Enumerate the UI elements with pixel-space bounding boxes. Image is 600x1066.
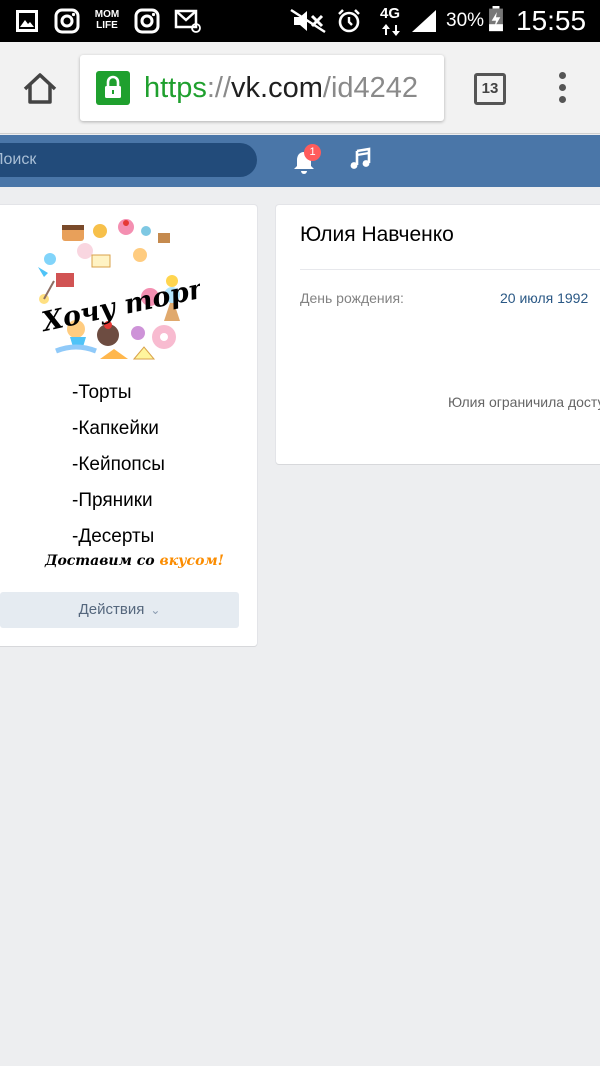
- search-input[interactable]: Поиск: [0, 143, 257, 177]
- data-arrows-icon: [382, 24, 400, 36]
- menu-item-desserts: -Десерты: [72, 526, 155, 547]
- url-host: vk.com: [231, 72, 323, 104]
- chevron-down-icon: ⌄: [150, 603, 161, 617]
- email-icon: [174, 9, 201, 33]
- menu-item-cupcakes: -Капкейки: [72, 418, 159, 439]
- tab-switcher-button[interactable]: 13: [474, 73, 506, 105]
- slogan-highlight: вкусом!: [159, 553, 224, 569]
- birthday-value[interactable]: 20 июля 1992: [500, 290, 588, 306]
- menu-item-gingerbread: -Пряники: [72, 490, 153, 511]
- gallery-icon: [16, 10, 38, 32]
- url-scheme: https: [144, 72, 207, 104]
- network-type: 4G: [380, 5, 401, 22]
- instagram-icon: [134, 8, 160, 34]
- slogan: Доставим со вкусом!: [45, 553, 224, 569]
- cake-shop-logo[interactable]: Хочу торт: [30, 219, 200, 369]
- battery-charging-icon: [489, 6, 503, 32]
- profile-photo-card: Хочу торт -Торты -Капкейки -Кейпопсы -Пр…: [0, 205, 257, 646]
- battery-percent: 30%: [446, 10, 485, 31]
- notification-badge: 1: [304, 144, 321, 161]
- shop-menu-list: -Торты -Капкейки -Кейпопсы -Пряники -Дес…: [72, 375, 165, 555]
- profile-info-card: Юлия Навченко День рождения: 20 июля 199…: [276, 205, 600, 464]
- lock-icon[interactable]: [96, 71, 130, 105]
- overflow-menu-icon[interactable]: [552, 72, 572, 106]
- mute-icon: [290, 8, 326, 34]
- url-path: /id4242: [322, 72, 419, 104]
- menu-item-cakes: -Торты: [72, 382, 132, 403]
- search-placeholder: Поиск: [0, 151, 37, 168]
- privacy-notice: Юлия ограничила доступ к своей странице.: [448, 394, 600, 410]
- home-icon[interactable]: [20, 68, 60, 108]
- url-separator: ://: [206, 72, 232, 104]
- clock: 15:55: [516, 5, 587, 36]
- url-text[interactable]: https://vk.com/id4242: [144, 55, 418, 121]
- music-icon[interactable]: [348, 147, 372, 171]
- alarm-icon: [338, 9, 360, 33]
- actions-button[interactable]: Действия ⌄: [0, 592, 239, 628]
- actions-label: Действия: [78, 601, 145, 618]
- menu-item-cakepops: -Кейпопсы: [72, 454, 165, 475]
- slogan-prefix: Доставим со: [45, 553, 160, 569]
- instagram-icon: [54, 8, 80, 34]
- signal-icon: [412, 10, 436, 32]
- profile-name: Юлия Навченко: [300, 223, 454, 246]
- divider: [300, 269, 600, 270]
- momlife-icon: MOM LIFE: [94, 9, 120, 31]
- status-bar: MOM LIFE 4G 30% 15:55: [0, 0, 600, 42]
- url-bar[interactable]: https://vk.com/id4242: [80, 55, 444, 121]
- birthday-label: День рождения:: [300, 290, 404, 306]
- browser-toolbar: https://vk.com/id4242 13: [0, 42, 600, 134]
